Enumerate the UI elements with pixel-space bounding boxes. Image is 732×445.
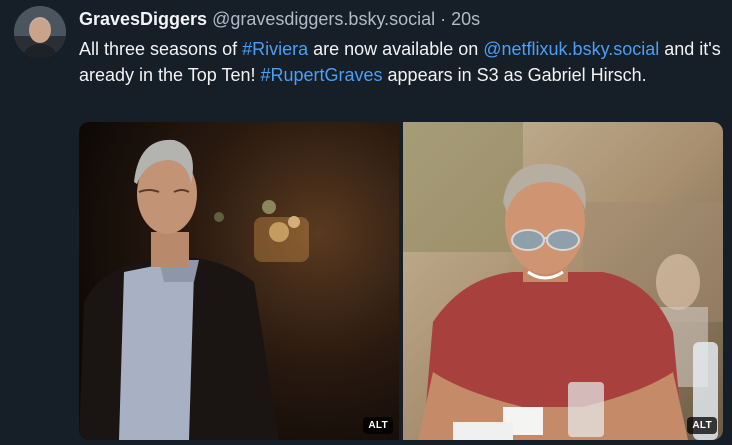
handle[interactable]: @gravesdiggers.bsky.social	[212, 9, 435, 29]
post-text-part: are now available on	[308, 39, 484, 59]
timestamp[interactable]: 20s	[451, 9, 480, 29]
post-image-1[interactable]: ALT	[79, 122, 399, 440]
mention-netflixuk[interactable]: @netflixuk.bsky.social	[483, 39, 659, 59]
post-image-2[interactable]: ALT	[403, 122, 723, 440]
post[interactable]: GravesDiggers @gravesdiggers.bsky.social…	[0, 0, 732, 445]
post-header: GravesDiggers @gravesdiggers.bsky.social…	[79, 8, 480, 30]
display-name[interactable]: GravesDiggers	[79, 9, 207, 29]
hashtag-riviera[interactable]: #Riviera	[242, 39, 308, 59]
alt-badge[interactable]: ALT	[363, 417, 393, 434]
separator-dot: ·	[440, 9, 447, 29]
alt-badge[interactable]: ALT	[687, 417, 717, 434]
avatar[interactable]	[14, 6, 66, 58]
post-text-part: All three seasons of	[79, 39, 243, 59]
post-text-part: appears in S3 as Gabriel Hirsch.	[382, 65, 647, 85]
hashtag-rupertgraves[interactable]: #RupertGraves	[260, 65, 382, 85]
post-text: All three seasons of #Riviera are now av…	[79, 36, 729, 88]
